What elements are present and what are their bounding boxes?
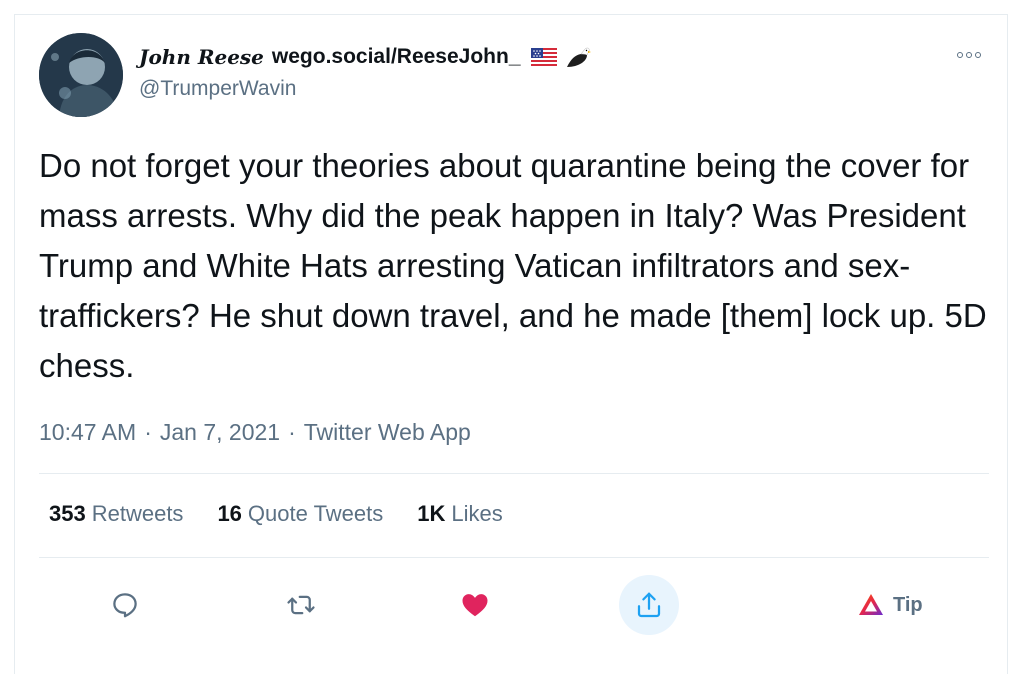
divider	[39, 473, 989, 474]
retweet-button[interactable]	[271, 575, 331, 635]
tweet-meta: 10:47 AM · Jan 7, 2021 · Twitter Web App	[39, 419, 471, 446]
likes-count: 1K	[417, 501, 446, 526]
retweet-icon	[287, 595, 315, 615]
tip-triangle-icon	[859, 594, 883, 615]
author-handle[interactable]: @TrumperWavin	[139, 77, 296, 101]
tip-label: Tip	[893, 593, 923, 616]
avatar-image	[39, 33, 123, 117]
quote-tweets-label: Quote Tweets	[247, 501, 384, 526]
reply-icon	[113, 593, 137, 618]
eagle-icon	[565, 45, 591, 69]
tweet-actions: Tip	[15, 571, 1009, 639]
share-icon	[637, 592, 661, 618]
tweet-card: John Reese wego.social/ReeseJohn_ @Trump…	[14, 14, 1008, 674]
more-dot	[975, 52, 981, 58]
author-name-line[interactable]: John Reese wego.social/ReeseJohn_	[139, 41, 591, 73]
tweet-date[interactable]: Jan 7, 2021	[160, 419, 280, 446]
author-display-name[interactable]: John Reese	[139, 45, 264, 69]
likes-label: Likes	[451, 501, 503, 526]
author-name-suffix: wego.social/ReeseJohn_	[271, 45, 521, 68]
tip-button[interactable]: Tip	[857, 589, 923, 621]
likes-stat[interactable]: 1K Likes	[417, 501, 502, 527]
tweet-source[interactable]: Twitter Web App	[304, 419, 471, 446]
divider	[39, 557, 989, 558]
like-button[interactable]	[445, 575, 505, 635]
meta-separator: ·	[144, 419, 152, 445]
tweet-text: Do not forget your theories about quaran…	[39, 147, 987, 384]
retweets-count: 353	[49, 501, 86, 526]
more-options-icon[interactable]	[957, 49, 985, 61]
us-flag-icon	[530, 48, 557, 66]
retweets-label: Retweets	[91, 501, 184, 526]
quote-tweets-stat[interactable]: 16 Quote Tweets	[217, 501, 383, 527]
tweet-time[interactable]: 10:47 AM	[39, 419, 136, 446]
more-dot	[957, 52, 963, 58]
tweet-stats: 353 Retweets 16 Quote Tweets 1K Likes	[49, 501, 503, 527]
meta-separator: ·	[288, 419, 296, 445]
heart-icon	[462, 594, 488, 617]
avatar[interactable]	[39, 33, 123, 117]
reply-button[interactable]	[95, 575, 155, 635]
retweets-stat[interactable]: 353 Retweets	[49, 501, 183, 527]
share-button[interactable]	[619, 575, 679, 635]
quote-tweets-count: 16	[217, 501, 242, 526]
more-dot	[966, 52, 972, 58]
